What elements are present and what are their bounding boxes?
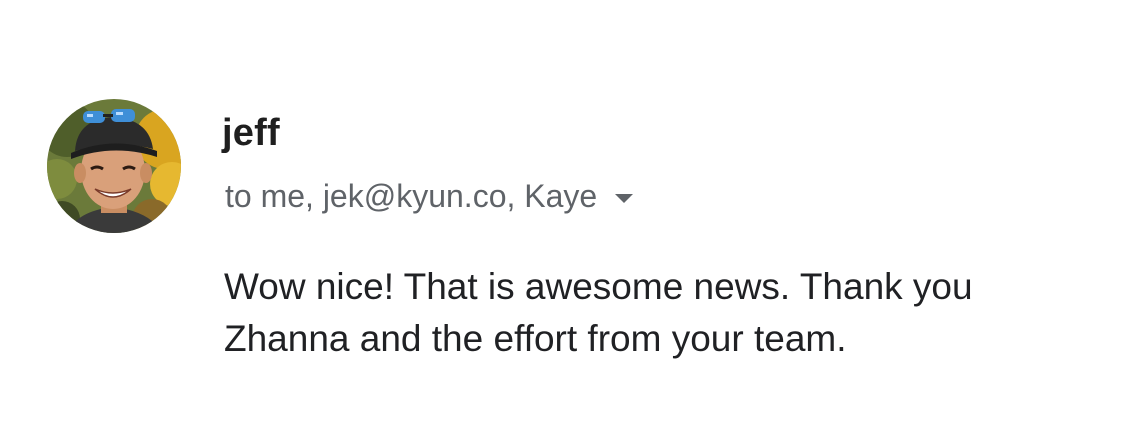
message-body: Wow nice! That is awesome news. Thank yo… [224,261,1104,365]
email-message: jeff to me, jek@kyun.co, Kaye Wow nice! … [0,0,1123,447]
avatar-photo-icon [47,99,181,233]
message-body-line: Wow nice! That is awesome news. Thank yo… [224,266,973,307]
recipients-text: to me, jek@kyun.co, Kaye [225,178,598,214]
chevron-down-icon[interactable] [615,193,634,203]
message-body-line: Zhanna and the effort from your team. [224,318,847,359]
sender-name: jeff [222,112,280,154]
recipients-toggle[interactable]: to me, jek@kyun.co, Kaye [225,176,634,216]
sender-avatar[interactable] [47,99,181,233]
